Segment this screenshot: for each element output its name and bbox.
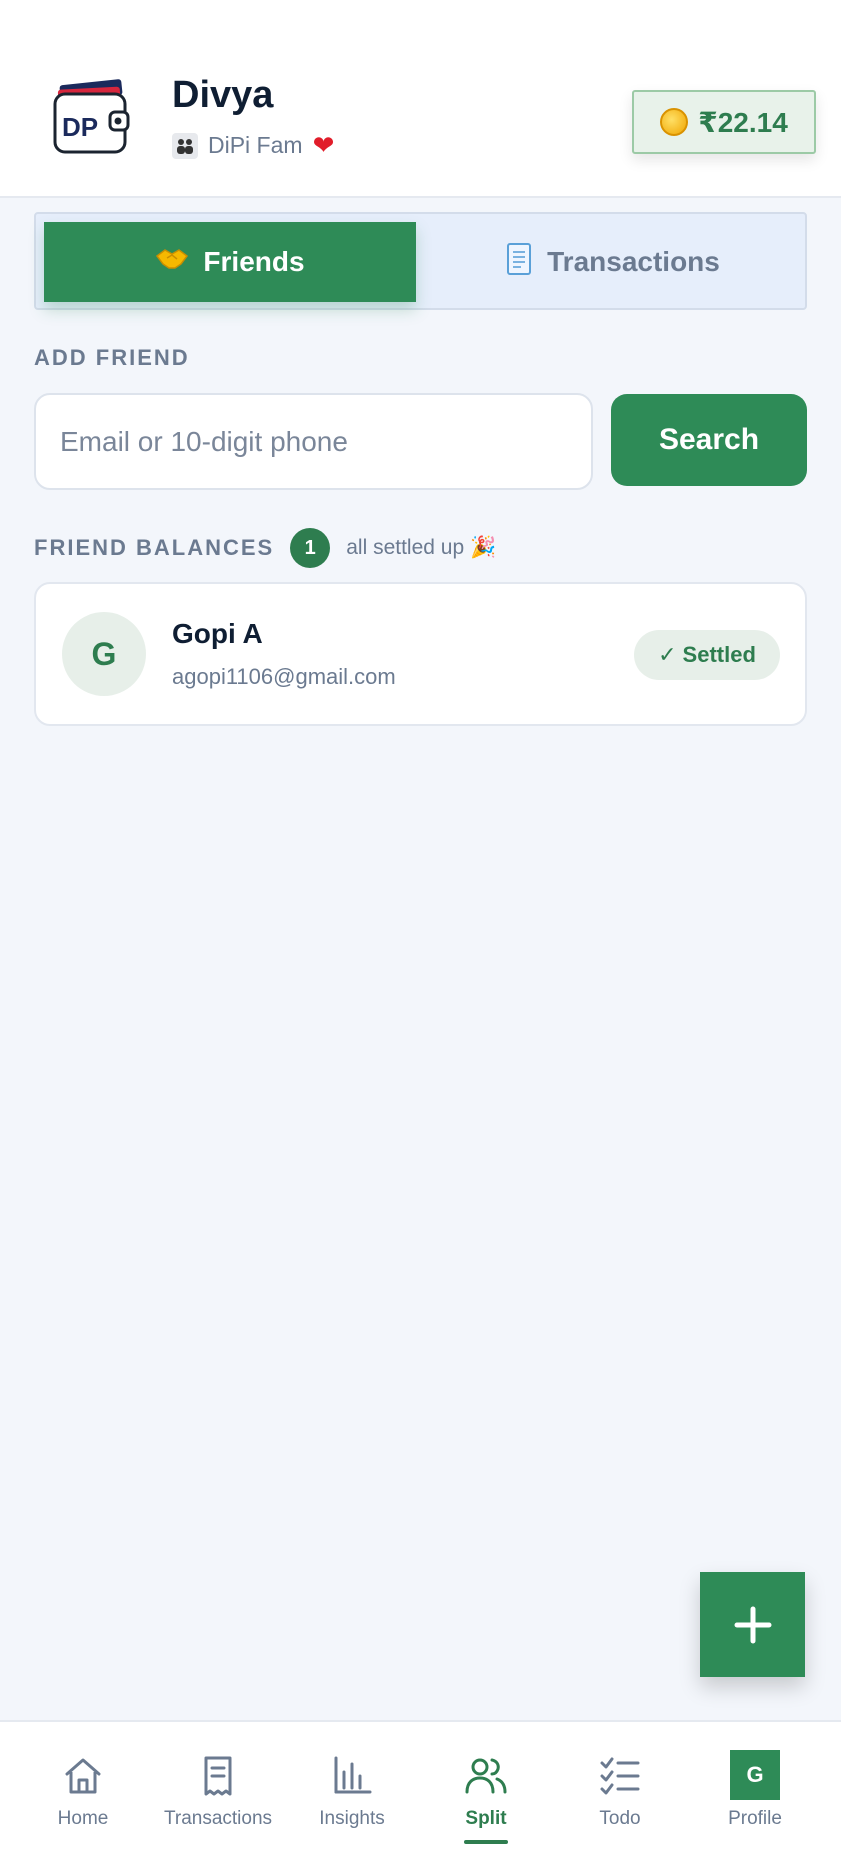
bottom-nav: Home Transactions Insights Split Todo G …: [0, 1720, 841, 1870]
users-icon: [465, 1758, 507, 1794]
active-tab-indicator: [464, 1840, 508, 1844]
checklist-icon: [600, 1757, 640, 1795]
nav-label-insights: Insights: [319, 1808, 385, 1829]
logo-text: DP: [62, 112, 98, 142]
app-header: DP Divya DiPi Fam ❤ ₹22.14: [0, 0, 841, 198]
nav-label-split: Split: [465, 1808, 507, 1829]
nav-label-todo: Todo: [599, 1808, 641, 1829]
nav-item-transactions[interactable]: Transactions: [151, 1722, 285, 1870]
status-badge: ✓ Settled: [634, 630, 780, 680]
friend-email: agopi1106@gmail.com: [172, 664, 396, 689]
family-name: DiPi Fam: [208, 132, 303, 158]
heart-icon: ❤: [312, 130, 335, 160]
tab-transactions[interactable]: Transactions: [424, 222, 801, 302]
nav-label-profile: Profile: [728, 1808, 782, 1829]
nav-item-profile[interactable]: G Profile: [688, 1722, 822, 1870]
plus-icon: [734, 1606, 771, 1643]
split-tabs: Friends Transactions: [34, 212, 807, 310]
tab-transactions-label: Transactions: [547, 246, 720, 277]
nav-label-home: Home: [57, 1808, 109, 1829]
bar-chart-icon: [334, 1756, 372, 1794]
status-label: Settled: [682, 642, 756, 667]
nav-item-home[interactable]: Home: [16, 1722, 150, 1870]
handshake-icon: [155, 246, 189, 279]
coin-icon: [660, 108, 689, 136]
family-row: DiPi Fam ❤: [172, 130, 334, 161]
friend-name: Gopi A: [172, 618, 263, 649]
friend-avatar: G: [62, 612, 146, 696]
settled-summary: all settled up 🎉: [346, 536, 497, 559]
nav-label-transactions: Transactions: [163, 1808, 273, 1829]
profile-avatar: G: [730, 1750, 780, 1800]
receipt-icon: [505, 242, 533, 283]
check-icon: ✓: [658, 642, 677, 667]
nav-item-split[interactable]: Split: [419, 1722, 553, 1870]
friend-card[interactable]: G Gopi A agopi1106@gmail.com ✓ Settled: [34, 582, 807, 726]
family-icon: [172, 132, 198, 159]
wallet-balance-button[interactable]: ₹22.14: [632, 90, 816, 154]
nav-item-todo[interactable]: Todo: [553, 1722, 687, 1870]
user-name: Divya: [172, 74, 274, 116]
add-expense-button[interactable]: [700, 1572, 805, 1677]
balance-amount: ₹22.14: [698, 106, 788, 138]
friend-search-input[interactable]: [34, 393, 593, 490]
friend-count-badge: 1: [290, 528, 331, 568]
search-button[interactable]: Search: [611, 394, 807, 486]
friend-balances-header: FRIEND BALANCES 1 all settled up 🎉: [34, 528, 496, 568]
nav-item-insights[interactable]: Insights: [285, 1722, 419, 1870]
tab-friends-label: Friends: [203, 246, 305, 277]
receipt-icon: [204, 1756, 232, 1796]
friend-balances-label: FRIEND BALANCES: [34, 535, 275, 560]
add-friend-label: ADD FRIEND: [34, 345, 190, 370]
home-icon: [65, 1758, 101, 1794]
tab-friends[interactable]: Friends: [44, 222, 416, 302]
app-logo: DP: [52, 78, 132, 156]
